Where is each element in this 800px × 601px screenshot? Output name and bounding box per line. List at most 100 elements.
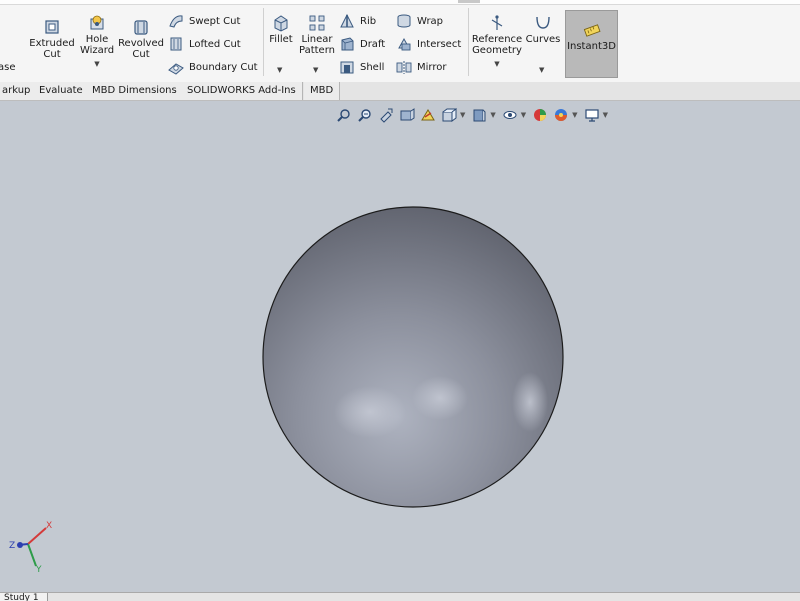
instant3d-icon: [583, 24, 601, 37]
linear-pattern-button[interactable]: Linear Pattern: [298, 14, 336, 56]
apply-scene-dropdown-icon[interactable]: ▼: [572, 111, 577, 119]
apply-scene-icon[interactable]: [553, 107, 569, 123]
extruded-cut-icon: [45, 20, 59, 34]
sphere-highlight: [512, 372, 548, 432]
base-button-partial[interactable]: ase: [0, 62, 16, 73]
view-settings-icon[interactable]: [584, 107, 600, 123]
triad-y-axis: [27, 543, 37, 567]
display-style-icon[interactable]: [471, 107, 487, 123]
rib-button[interactable]: Rib: [339, 12, 376, 30]
wrap-button[interactable]: Wrap: [396, 12, 443, 30]
reference-geometry-dropdown-icon[interactable]: ▼: [494, 59, 499, 70]
curves-label: Curves: [525, 34, 561, 45]
revolved-cut-label-1: Revolved: [118, 38, 164, 49]
wrap-icon: [397, 14, 411, 28]
intersect-button[interactable]: Intersect: [396, 35, 461, 53]
command-manager-tabs: arkup Evaluate MBD Dimensions SOLIDWORKS…: [0, 82, 800, 101]
wrap-label: Wrap: [417, 15, 444, 27]
ribbon-separator: [468, 8, 469, 76]
hole-wizard-button[interactable]: Hole Wizard ▼: [78, 14, 116, 70]
boundary-cut-icon: [168, 63, 184, 75]
triad-z-marker: [17, 542, 23, 548]
edit-appearance-icon[interactable]: [532, 107, 548, 123]
tab-mbd[interactable]: MBD: [304, 82, 341, 100]
dynamic-annotation-icon[interactable]: [420, 107, 436, 123]
instant3d-label: Instant3D: [567, 41, 616, 52]
curves-icon: [536, 16, 550, 29]
rib-icon: [340, 13, 354, 28]
view-settings-dropdown-icon[interactable]: ▼: [603, 111, 608, 119]
revolved-cut-icon: [134, 20, 148, 35]
tab-evaluate[interactable]: Evaluate: [33, 82, 90, 100]
base-button-label: ase: [0, 62, 16, 73]
reference-geometry-button[interactable]: Reference Geometry ▼: [472, 14, 522, 70]
fillet-button[interactable]: Fillet: [267, 14, 295, 45]
instant3d-button[interactable]: Instant3D: [565, 10, 618, 78]
hole-wizard-label-2: Wizard: [79, 45, 115, 56]
reference-geometry-label-2: Geometry: [472, 45, 522, 56]
extruded-cut-label-2: Cut: [43, 49, 61, 60]
view-orientation-icon[interactable]: [441, 107, 457, 123]
hide-show-dropdown-icon[interactable]: ▼: [521, 111, 526, 119]
shell-button[interactable]: Shell: [339, 58, 384, 76]
fillet-icon: [274, 15, 288, 32]
linear-pattern-label-1: Linear: [301, 34, 333, 45]
previous-view-icon[interactable]: [378, 107, 394, 123]
boundary-cut-label: Boundary Cut: [189, 61, 258, 73]
rib-label: Rib: [360, 15, 377, 27]
triad-y-label: Y: [35, 565, 42, 574]
curves-dropdown-icon[interactable]: ▼: [539, 66, 544, 74]
lofted-cut-icon: [170, 37, 182, 51]
draft-icon: [341, 37, 354, 51]
fillet-label: Fillet: [269, 34, 293, 45]
intersect-icon: [398, 37, 411, 51]
sphere-highlight: [412, 376, 468, 420]
revolved-cut-label-2: Cut: [132, 49, 150, 60]
triad-z-label: Z: [9, 541, 15, 551]
reference-geometry-icon: [491, 15, 503, 30]
display-style-dropdown-icon[interactable]: ▼: [490, 111, 495, 119]
hole-wizard-label-1: Hole: [85, 34, 109, 45]
linear-pattern-dropdown-icon[interactable]: ▼: [313, 66, 318, 74]
tab-markup[interactable]: arkup: [0, 82, 38, 100]
heads-up-view-toolbar: ▼ ▼ ▼ ▼ ▼: [336, 104, 614, 126]
zoom-to-fit-icon[interactable]: [336, 107, 352, 123]
draft-label: Draft: [360, 38, 386, 50]
swept-cut-label: Swept Cut: [189, 15, 241, 27]
hide-show-items-icon[interactable]: [502, 107, 518, 123]
hole-wizard-icon: [90, 15, 104, 30]
curves-button[interactable]: Curves: [526, 14, 560, 45]
triad-x-axis: [27, 527, 47, 545]
title-strip: [0, 0, 800, 5]
zoom-to-area-icon[interactable]: [357, 107, 373, 123]
tab-mbd-dimensions[interactable]: MBD Dimensions: [86, 82, 184, 100]
swept-cut-button[interactable]: Swept Cut: [168, 12, 240, 30]
view-orientation-dropdown-icon[interactable]: ▼: [460, 111, 465, 119]
revolved-cut-button[interactable]: Revolved Cut: [118, 18, 164, 60]
mirror-label: Mirror: [417, 61, 447, 73]
sphere-highlight: [334, 386, 406, 438]
command-manager-ribbon: ase Extruded Cut Hole Wizard ▼ Revolved …: [0, 0, 800, 83]
intersect-label: Intersect: [417, 38, 462, 50]
lofted-cut-button[interactable]: Lofted Cut: [168, 35, 241, 53]
boundary-cut-button[interactable]: Boundary Cut: [168, 58, 258, 76]
tab-solidworks-add-ins[interactable]: SOLIDWORKS Add-Ins: [181, 82, 303, 100]
sphere-body[interactable]: [262, 206, 564, 508]
section-view-icon[interactable]: [399, 107, 415, 123]
tab-edge: [458, 0, 480, 3]
fillet-dropdown-icon[interactable]: ▼: [277, 66, 282, 74]
ribbon-separator: [263, 8, 264, 76]
sphere-model[interactable]: [0, 100, 800, 592]
reference-geometry-label-1: Reference: [471, 34, 523, 45]
draft-button[interactable]: Draft: [339, 35, 385, 53]
extruded-cut-button[interactable]: Extruded Cut: [29, 18, 75, 60]
extruded-cut-label-1: Extruded: [29, 38, 75, 49]
triad-x-label: X: [46, 521, 52, 531]
shell-icon: [340, 61, 354, 74]
reference-triad: X Y Z: [9, 521, 52, 574]
mirror-icon: [396, 61, 412, 74]
lofted-cut-label: Lofted Cut: [189, 38, 241, 50]
hole-wizard-dropdown-icon[interactable]: ▼: [94, 59, 99, 70]
mirror-button[interactable]: Mirror: [396, 58, 446, 76]
graphics-viewport[interactable]: [0, 100, 800, 592]
